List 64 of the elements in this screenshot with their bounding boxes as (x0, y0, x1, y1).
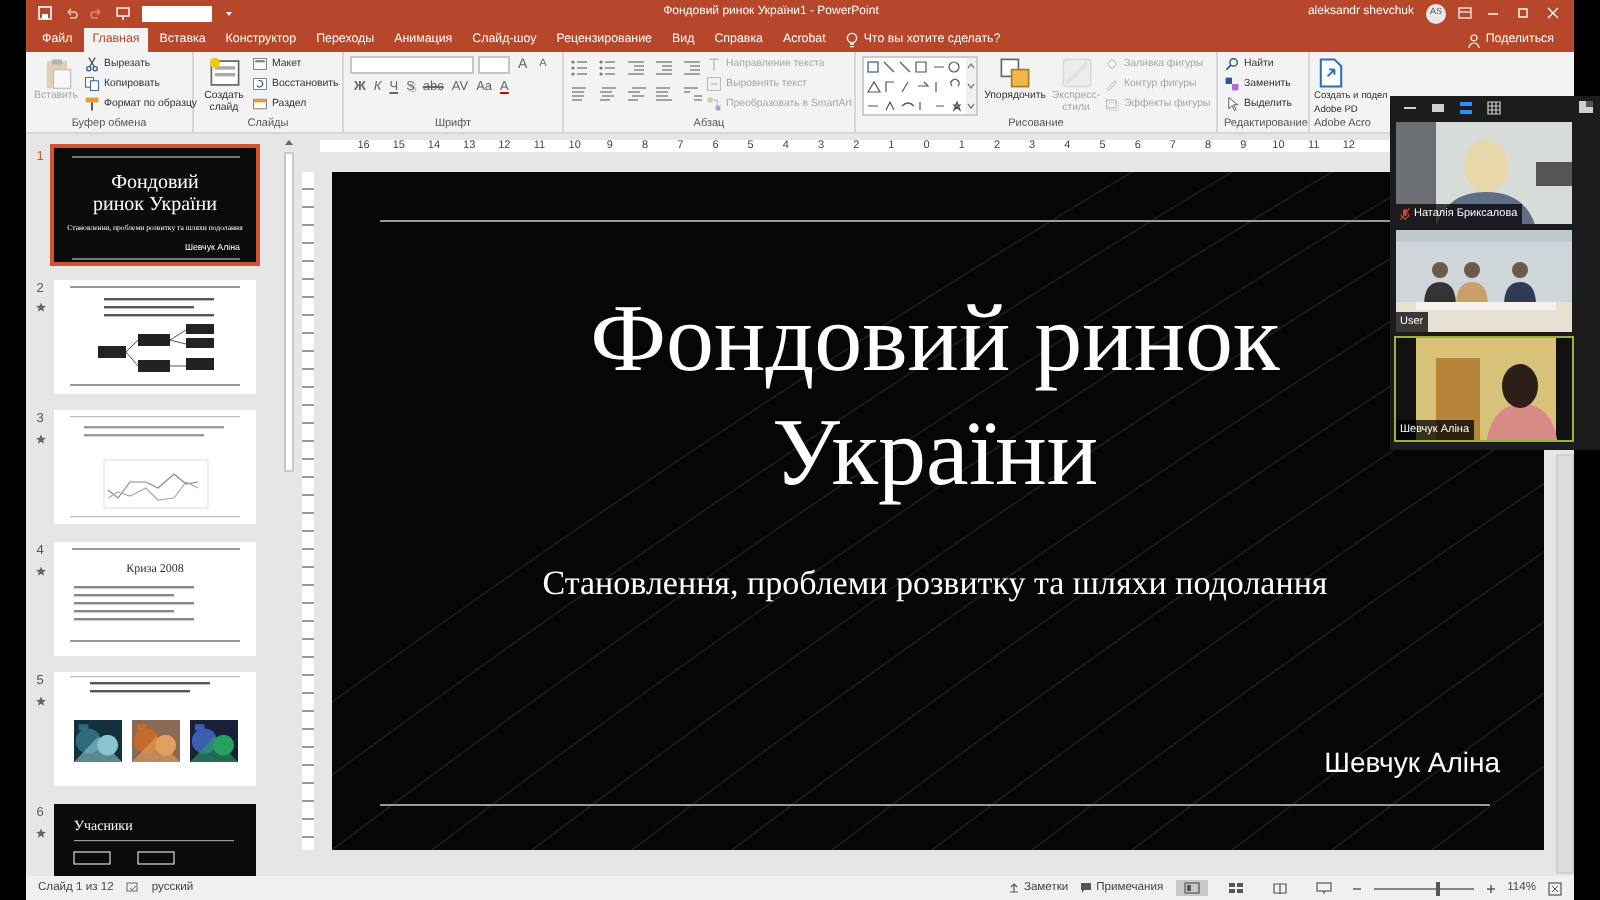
slide-sorter-icon (1227, 882, 1244, 894)
search-icon (1224, 56, 1240, 72)
slide-author: Шевчук Аліна (1324, 744, 1500, 782)
copy-icon (84, 76, 100, 92)
slide-thumbnail[interactable] (54, 410, 256, 525)
numbered-list-icon[interactable] (598, 58, 618, 78)
styles-icon (1059, 56, 1093, 90)
columns-icon[interactable] (682, 84, 702, 104)
slideshow-icon[interactable] (116, 6, 130, 20)
grid-view-icon[interactable] (1486, 99, 1502, 115)
align-right-icon[interactable] (626, 84, 646, 104)
align-left-icon[interactable] (570, 84, 590, 104)
zoom-out-icon[interactable] (1351, 883, 1362, 893)
justify-icon[interactable] (654, 84, 674, 104)
slide-thumbnail[interactable] (54, 279, 256, 394)
effects-icon (1104, 96, 1120, 112)
lightbulb-icon (845, 32, 858, 48)
slide-title: Фондовий ринок України (588, 284, 1282, 510)
slide-thumbnail[interactable] (54, 672, 256, 787)
normal-view-icon (1183, 882, 1200, 894)
indent-decrease-icon[interactable] (626, 58, 646, 78)
bullet-list-icon[interactable] (570, 58, 590, 78)
notes-icon (1007, 882, 1020, 894)
scroll-up-icon[interactable] (283, 138, 293, 146)
scrollbar[interactable] (1556, 454, 1574, 874)
save-icon[interactable] (38, 6, 52, 20)
smartart-icon (706, 96, 722, 112)
cursor-icon (1224, 96, 1240, 112)
slideshow-icon (1315, 882, 1332, 894)
fit-slide-icon[interactable] (1548, 881, 1562, 895)
text-direction-icon (706, 56, 722, 72)
comment-icon (1080, 882, 1093, 894)
indent-increase-icon[interactable] (654, 58, 674, 78)
ribbon-display-icon[interactable] (1458, 6, 1472, 20)
zoom-in-icon[interactable] (1485, 883, 1496, 893)
reset-icon (252, 76, 268, 92)
undo-icon[interactable] (64, 6, 78, 20)
spellcheck-icon[interactable] (125, 882, 140, 894)
slide-subtitle: Становлення, проблеми розвитку та шляхи подолання (542, 562, 1328, 606)
fill-icon (1104, 56, 1120, 72)
shapes-gallery[interactable] (862, 56, 978, 116)
caret-icon[interactable] (224, 8, 234, 18)
scrollbar-thumb[interactable] (283, 152, 293, 472)
share-screen-icon[interactable] (1578, 100, 1594, 114)
slide-title: Фондовий ринок України (90, 172, 220, 216)
close-icon[interactable] (1544, 6, 1562, 20)
list-view-icon[interactable] (1458, 99, 1474, 115)
redo-icon[interactable] (90, 6, 104, 20)
reading-view-icon (1271, 882, 1288, 894)
align-text-icon (706, 76, 722, 92)
view-button[interactable] (1175, 880, 1208, 896)
outline-icon (1104, 76, 1120, 92)
scissors-icon (84, 56, 100, 72)
brush-icon (84, 96, 100, 112)
quick-access-field[interactable] (142, 5, 212, 21)
line-spacing-icon[interactable] (682, 58, 702, 78)
maximize-icon[interactable] (1514, 6, 1532, 20)
font-name-field[interactable] (350, 56, 474, 74)
person-icon (1467, 33, 1480, 47)
speaker-view-icon[interactable] (1430, 99, 1446, 115)
align-center-icon[interactable] (598, 84, 618, 104)
replace-icon (1224, 76, 1240, 92)
section-icon (252, 96, 268, 112)
font-size-field[interactable] (478, 56, 510, 74)
